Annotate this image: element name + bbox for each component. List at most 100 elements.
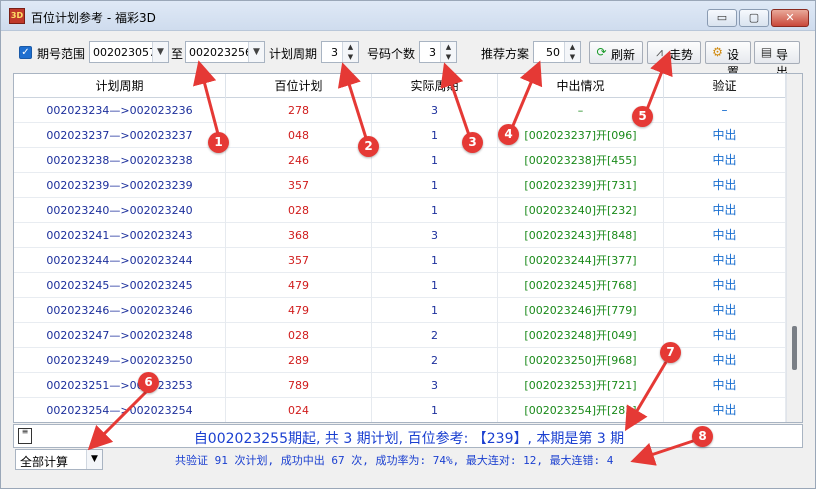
cell-period: 002023241—>002023243 (14, 223, 226, 248)
recommend-spin-buttons[interactable]: ▲ ▼ (564, 42, 580, 62)
code-count-spin-buttons[interactable]: ▲ ▼ (440, 42, 456, 62)
chevron-down-icon[interactable]: ▼ (86, 450, 102, 469)
cell-verify[interactable]: 中出 (664, 223, 786, 248)
column-header-actual[interactable]: 实际周期 (372, 74, 498, 98)
close-button[interactable]: ✕ (771, 9, 809, 27)
period-end-value: 002023256 (189, 46, 252, 59)
table-row[interactable]: 002023245—>002023245 479 1 [002023245]开[768… (14, 273, 786, 298)
table-header: 计划周期 百位计划 实际周期 中出情况 验证 (14, 74, 786, 98)
cell-actual: 1 (372, 148, 498, 173)
plan-cycle-stepper[interactable]: 3 ▲ ▼ (321, 41, 359, 63)
plan-cycle-spin-buttons[interactable]: ▲ ▼ (342, 42, 358, 62)
summary-text: 自002023255期起, 共 3 期计划, 百位参考: 【239】, 本期是第… (193, 431, 625, 447)
app-window: 3D 百位计划参考 - 福彩3D ▭ ▢ ✕ ✓ 期号范围 002023057 … (0, 0, 816, 489)
up-arrow-icon[interactable]: ▲ (441, 42, 456, 52)
recommend-value: 50 (546, 46, 560, 59)
plan-cycle-value: 3 (331, 46, 338, 59)
cell-verify[interactable]: 中出 (664, 123, 786, 148)
table-row[interactable]: 002023251—>002023253 789 3 [002023253]开[721… (14, 373, 786, 398)
code-count-label: 号码个数 (367, 47, 416, 61)
cell-hit: [002023237]开[096] (498, 123, 664, 148)
cell-actual: 2 (372, 348, 498, 373)
cell-plan: 479 (226, 273, 372, 298)
cell-verify[interactable]: 中出 (664, 248, 786, 273)
table-row[interactable]: 002023240—>002023240 028 1 [002023240]开[232… (14, 198, 786, 223)
table-row[interactable]: 002023237—>002023237 048 1 [002023237]开[096… (14, 123, 786, 148)
trend-button[interactable]: ⩘ 走势 (647, 41, 701, 64)
cell-hit: [002023250]开[968] (498, 348, 664, 373)
cell-hit: [002023239]开[731] (498, 173, 664, 198)
column-header-hit[interactable]: 中出情况 (498, 74, 664, 98)
cell-verify[interactable]: 中出 (664, 273, 786, 298)
status-bar: 全部计算 ▼ 共验证 91 次计划, 成功中出 67 次, 成功率为: 74%,… (13, 449, 803, 471)
gear-icon: ⚙ (712, 45, 723, 59)
down-arrow-icon[interactable]: ▼ (343, 52, 358, 62)
table-row[interactable]: 002023246—>002023246 479 1 [002023246]开[779… (14, 298, 786, 323)
cell-verify[interactable]: 中出 (664, 348, 786, 373)
cell-verify[interactable]: 中出 (664, 323, 786, 348)
cell-period: 002023244—>002023244 (14, 248, 226, 273)
column-header-period[interactable]: 计划周期 (14, 74, 226, 98)
period-range-label: 期号范围 (37, 47, 86, 61)
cell-actual: 1 (372, 273, 498, 298)
export-button[interactable]: ▤ 导出 (754, 41, 800, 79)
table-row[interactable]: 002023239—>002023239 357 1 [002023239]开[731… (14, 173, 786, 198)
table-row[interactable]: 002023241—>002023243 368 3 [002023243]开[848… (14, 223, 786, 248)
down-arrow-icon[interactable]: ▼ (441, 52, 456, 62)
vertical-scrollbar[interactable] (786, 74, 802, 422)
cell-actual: 3 (372, 373, 498, 398)
calc-mode-select[interactable]: 全部计算 ▼ (15, 449, 103, 470)
cell-hit: [002023244]开[377] (498, 248, 664, 273)
table-row[interactable]: 002023234—>002023236 278 3– – (14, 98, 786, 123)
up-arrow-icon[interactable]: ▲ (565, 42, 580, 52)
period-range-checkbox[interactable]: ✓ (19, 46, 32, 59)
cell-actual: 3 (372, 223, 498, 248)
chevron-down-icon[interactable]: ▼ (248, 42, 264, 62)
period-start-select[interactable]: 002023057 ▼ (89, 41, 169, 63)
up-arrow-icon[interactable]: ▲ (343, 42, 358, 52)
refresh-button[interactable]: ⟳ 刷新 (589, 41, 643, 64)
cell-verify[interactable]: 中出 (664, 173, 786, 198)
recommend-stepper[interactable]: 50 ▲ ▼ (533, 41, 581, 63)
calc-mode-value: 全部计算 (20, 455, 69, 469)
cell-verify[interactable]: 中出 (664, 398, 786, 422)
down-arrow-icon[interactable]: ▼ (565, 52, 580, 62)
scrollbar-thumb[interactable] (792, 326, 797, 370)
cell-verify[interactable]: 中出 (664, 198, 786, 223)
title-bar[interactable]: 3D 百位计划参考 - 福彩3D ▭ ▢ ✕ (1, 1, 815, 31)
cell-period: 002023240—>002023240 (14, 198, 226, 223)
annotation-marker-7: 7 (660, 342, 681, 363)
cell-verify[interactable]: – (664, 98, 786, 123)
cell-plan: 479 (226, 298, 372, 323)
cell-verify[interactable]: 中出 (664, 148, 786, 173)
cell-period: 002023238—>002023238 (14, 148, 226, 173)
cell-verify[interactable]: 中出 (664, 373, 786, 398)
cell-hit: [002023243]开[848] (498, 223, 664, 248)
maximize-button[interactable]: ▢ (739, 9, 769, 27)
cell-actual: 3 (372, 98, 498, 123)
cell-period: 002023234—>002023236 (14, 98, 226, 123)
chevron-down-icon[interactable]: ▼ (152, 42, 168, 62)
cell-period: 002023247—>002023248 (14, 323, 226, 348)
annotation-marker-5: 5 (632, 106, 653, 127)
plan-table: 计划周期 百位计划 实际周期 中出情况 验证 002023234—>002023… (13, 73, 803, 423)
cell-plan: 789 (226, 373, 372, 398)
column-header-verify[interactable]: 验证 (664, 74, 786, 98)
toolbar: ✓ 期号范围 002023057 ▼ 至 002023256 ▼ 计划周期 3 … (1, 32, 815, 79)
app-logo-icon: 3D (9, 8, 25, 24)
table-row[interactable]: 002023244—>002023244 357 1 [002023244]开[377… (14, 248, 786, 273)
trend-chart-icon: ⩘ (656, 45, 663, 59)
period-end-select[interactable]: 002023256 ▼ (185, 41, 265, 63)
column-header-plan[interactable]: 百位计划 (226, 74, 372, 98)
cell-hit: [002023254]开[283] (498, 398, 664, 422)
cell-actual: 1 (372, 398, 498, 422)
cell-verify[interactable]: 中出 (664, 298, 786, 323)
cell-hit: [002023246]开[779] (498, 298, 664, 323)
settings-button[interactable]: ⚙ 设置 (705, 41, 751, 79)
annotation-marker-3: 3 (462, 132, 483, 153)
table-row[interactable]: 002023254—>002023254 024 1 [002023254]开[283… (14, 398, 786, 422)
cell-plan: 246 (226, 148, 372, 173)
table-row[interactable]: 002023238—>002023238 246 1 [002023238]开[455… (14, 148, 786, 173)
minimize-button[interactable]: ▭ (707, 9, 737, 27)
code-count-stepper[interactable]: 3 ▲ ▼ (419, 41, 457, 63)
